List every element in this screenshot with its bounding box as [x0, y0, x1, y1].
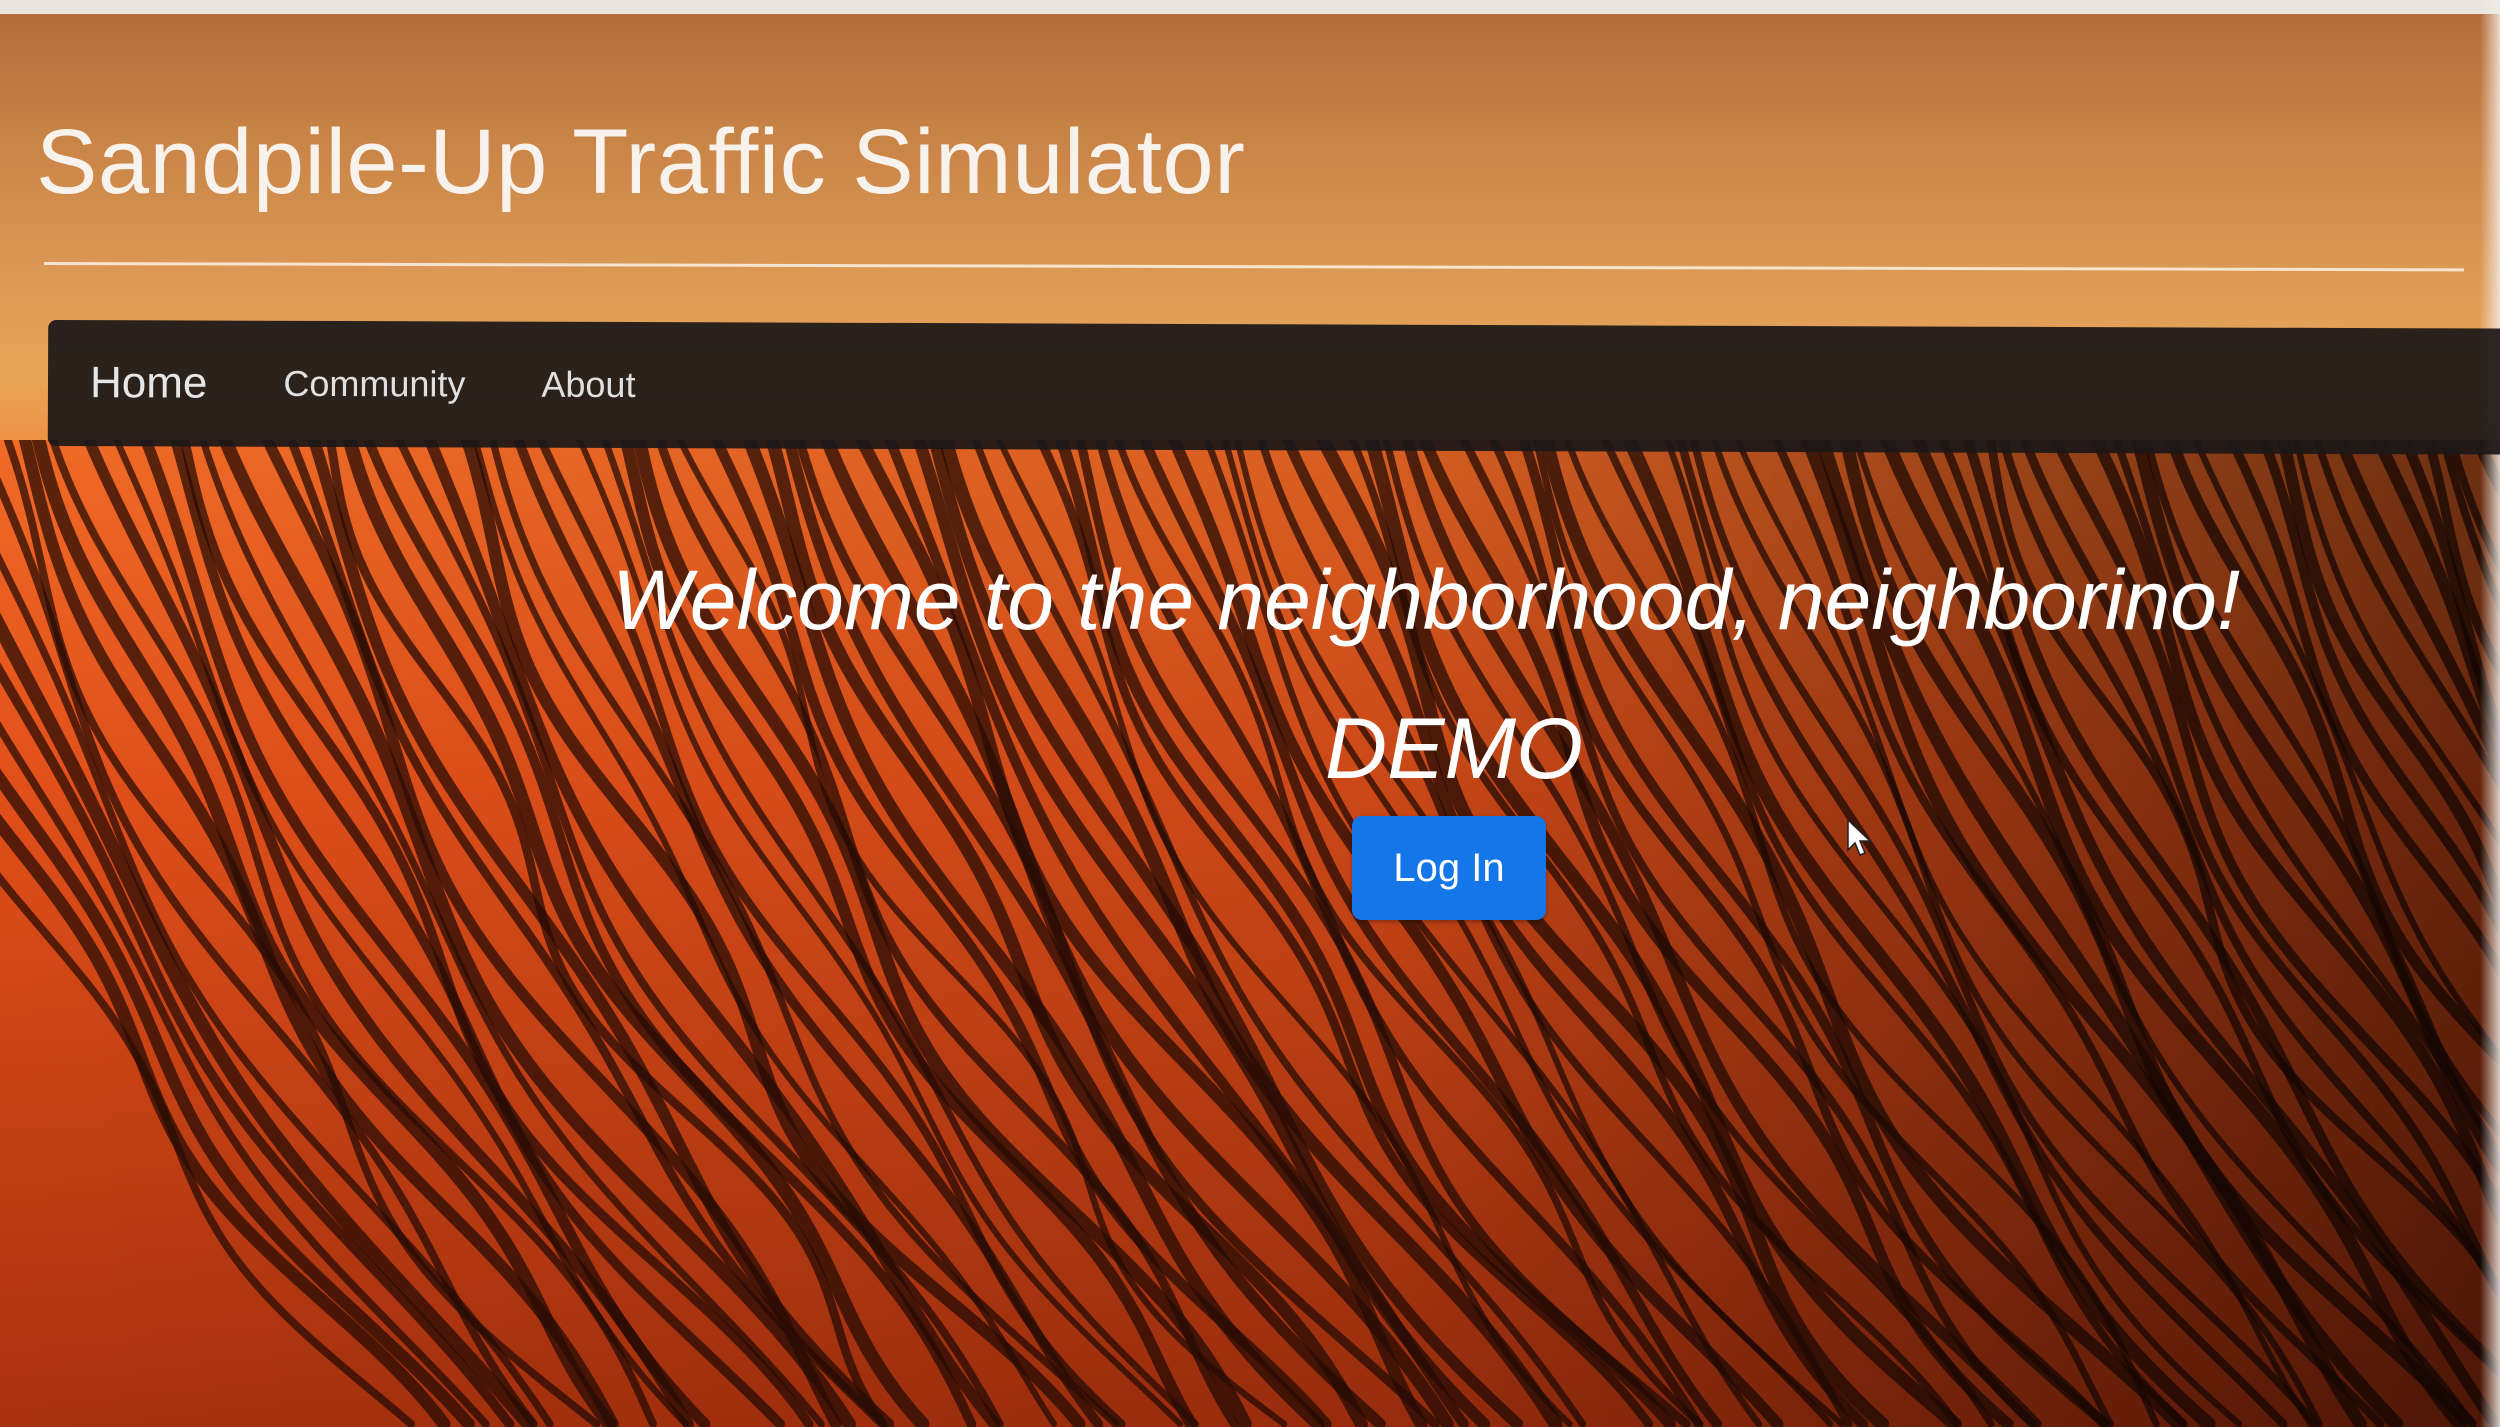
navbar: Home Community About [47, 320, 2500, 455]
monitor-bezel-top [0, 0, 2500, 14]
nav-about-link[interactable]: About [541, 364, 635, 406]
nav-home-link[interactable]: Home [90, 358, 208, 408]
site-title: Sandpile-Up Traffic Simulator [36, 111, 1246, 213]
mouse-pointer-icon [1847, 818, 1872, 856]
login-button[interactable]: Log In [1352, 816, 1546, 920]
demo-heading: DEMO [1325, 701, 1583, 797]
monitor-bezel-right [2480, 0, 2500, 1427]
welcome-heading: Welcome to the neighborhood, neighborino… [612, 553, 2241, 647]
nav-community-link[interactable]: Community [283, 363, 465, 406]
desktop-screen: Sandpile-Up Traffic Simulator Home Commu… [0, 0, 2500, 1427]
